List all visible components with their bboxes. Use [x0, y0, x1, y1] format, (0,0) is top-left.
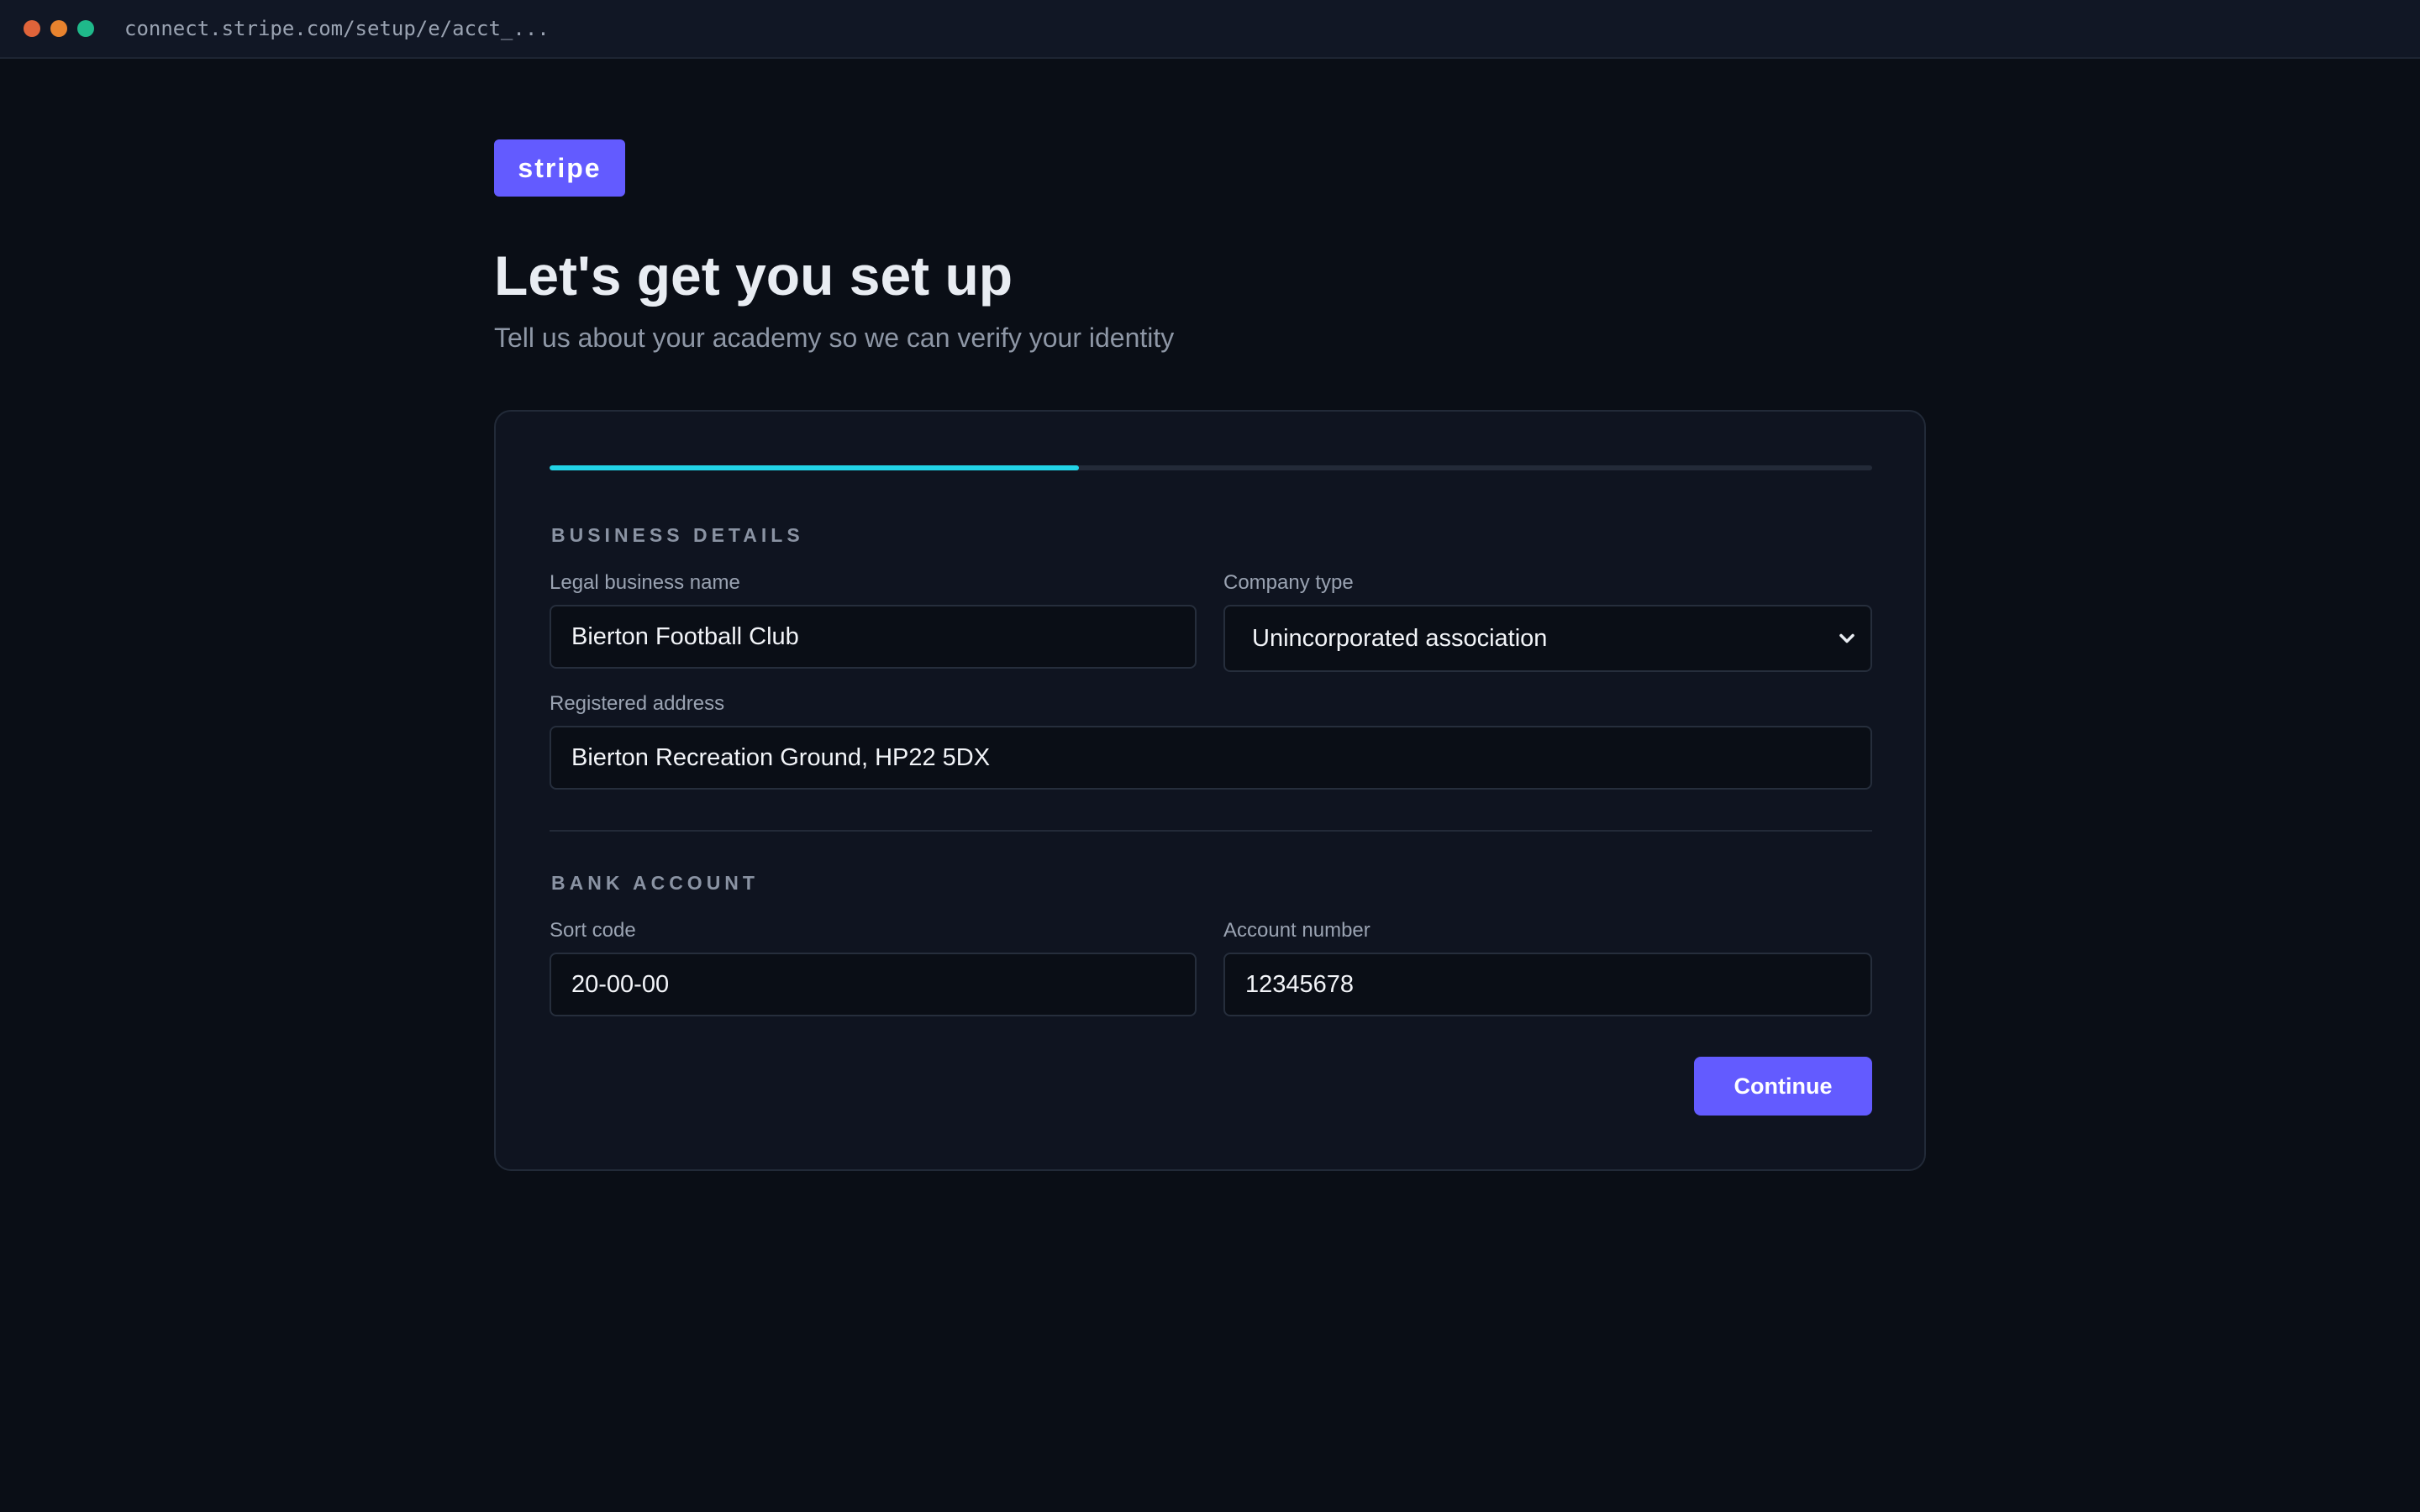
- company-type-selected-value: Unincorporated association: [1252, 625, 1548, 652]
- account-number-label: Account number: [1223, 919, 1370, 942]
- progress-bar: [550, 465, 1872, 470]
- maximize-window-dot[interactable]: [77, 20, 94, 37]
- bank-account-heading: BANK ACCOUNT: [551, 872, 759, 894]
- registered-address-input[interactable]: Bierton Recreation Ground, HP22 5DX: [550, 726, 1872, 790]
- progress-bar-fill: [550, 465, 1079, 470]
- chevron-down-icon: [1839, 633, 1854, 643]
- company-type-label: Company type: [1223, 571, 1354, 594]
- legal-business-name-input[interactable]: Bierton Football Club: [550, 605, 1197, 669]
- legal-business-name-label: Legal business name: [550, 571, 740, 594]
- page-subtitle: Tell us about your academy so we can ver…: [494, 323, 1175, 353]
- section-divider: [550, 830, 1872, 832]
- sort-code-label: Sort code: [550, 919, 636, 942]
- continue-button[interactable]: Continue: [1694, 1057, 1872, 1116]
- page-title: Let's get you set up: [494, 244, 1013, 307]
- registered-address-label: Registered address: [550, 692, 725, 715]
- browser-bar: connect.stripe.com/setup/e/acct_...: [0, 0, 2420, 59]
- account-number-input[interactable]: 12345678: [1223, 953, 1872, 1016]
- minimize-window-dot[interactable]: [50, 20, 67, 37]
- company-type-select[interactable]: Unincorporated association: [1223, 605, 1872, 672]
- sort-code-input[interactable]: 20-00-00: [550, 953, 1197, 1016]
- close-window-dot[interactable]: [24, 20, 40, 37]
- stripe-logo: stripe: [494, 139, 625, 197]
- address-bar-url[interactable]: connect.stripe.com/setup/e/acct_...: [124, 0, 550, 57]
- setup-form-card: BUSINESS DETAILS Legal business name Bie…: [494, 410, 1926, 1171]
- business-details-heading: BUSINESS DETAILS: [551, 524, 804, 546]
